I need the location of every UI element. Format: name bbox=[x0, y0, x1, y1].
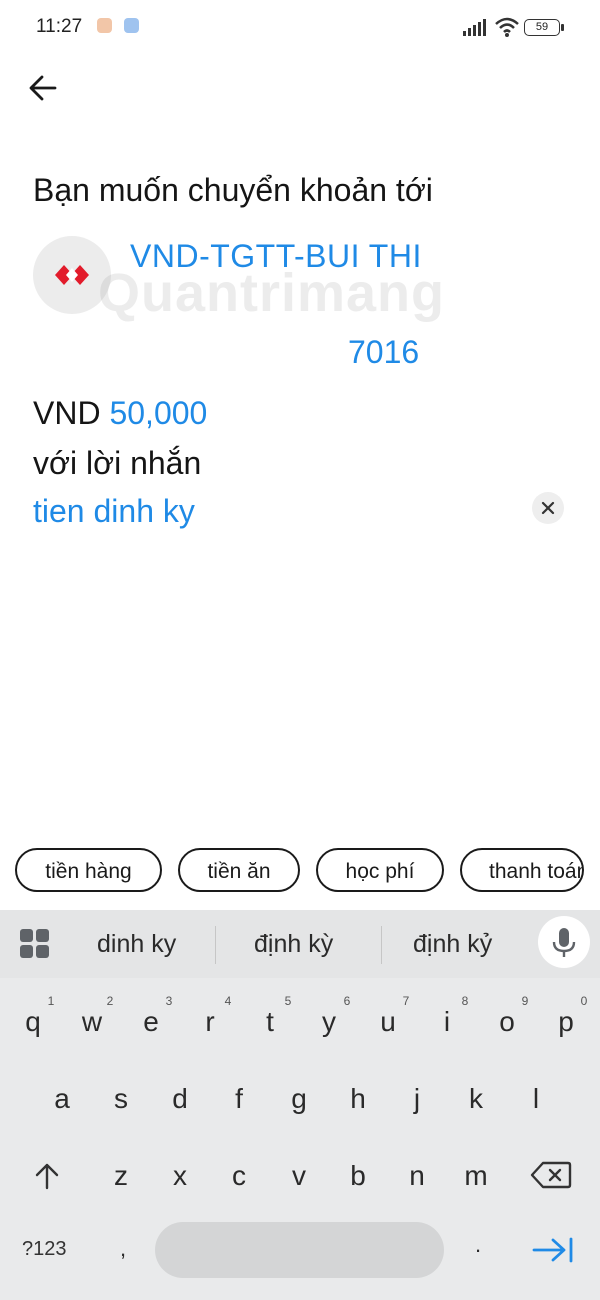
key-g[interactable]: g bbox=[279, 1083, 319, 1115]
key-y[interactable]: y bbox=[309, 1006, 349, 1038]
key-hint-4: 4 bbox=[224, 994, 232, 1008]
app-notification-icon-2 bbox=[124, 18, 139, 33]
key-comma[interactable]: , bbox=[103, 1236, 143, 1262]
key-j[interactable]: j bbox=[397, 1083, 437, 1115]
chip-tien-an[interactable]: tiền ăn bbox=[178, 848, 300, 892]
message-label: với lời nhắn bbox=[33, 445, 202, 481]
key-k[interactable]: k bbox=[456, 1083, 496, 1115]
key-hint-1: 1 bbox=[47, 994, 55, 1008]
page-title: Bạn muốn chuyển khoản tới bbox=[33, 172, 433, 208]
key-hint-7: 7 bbox=[402, 994, 410, 1008]
chip-tien-hang[interactable]: tiền hàng bbox=[15, 848, 162, 892]
key-v[interactable]: v bbox=[279, 1160, 319, 1192]
key-x[interactable]: x bbox=[160, 1160, 200, 1192]
suggestion-divider bbox=[381, 926, 382, 964]
voice-input-button[interactable] bbox=[538, 916, 590, 968]
key-hint-2: 2 bbox=[106, 994, 114, 1008]
key-t[interactable]: t bbox=[250, 1006, 290, 1038]
signal-icon bbox=[463, 19, 486, 36]
close-icon bbox=[541, 501, 555, 515]
shift-icon[interactable] bbox=[34, 1162, 60, 1190]
key-p[interactable]: p bbox=[546, 1006, 586, 1038]
suggestion-divider bbox=[215, 926, 216, 964]
back-arrow-icon[interactable] bbox=[28, 74, 58, 102]
key-f[interactable]: f bbox=[219, 1083, 259, 1115]
key-l[interactable]: l bbox=[516, 1083, 556, 1115]
clear-message-button[interactable] bbox=[532, 492, 564, 524]
symbols-key[interactable]: ?123 bbox=[22, 1238, 67, 1261]
message-input[interactable]: tien dinh ky bbox=[33, 493, 195, 530]
key-r[interactable]: r bbox=[190, 1006, 230, 1038]
amount-value[interactable]: 50,000 bbox=[109, 395, 207, 431]
app-notification-icon bbox=[97, 18, 112, 33]
amount-currency: VND bbox=[33, 395, 101, 431]
suggestion-2[interactable]: định kỳ bbox=[254, 930, 333, 959]
wifi-icon bbox=[495, 17, 519, 37]
key-h[interactable]: h bbox=[338, 1083, 378, 1115]
chip-hoc-phi[interactable]: học phí bbox=[316, 848, 444, 892]
key-e[interactable]: e bbox=[131, 1006, 171, 1038]
key-hint-6: 6 bbox=[343, 994, 351, 1008]
backspace-icon[interactable] bbox=[530, 1160, 572, 1190]
key-z[interactable]: z bbox=[101, 1160, 141, 1192]
key-hint-8: 8 bbox=[461, 994, 469, 1008]
key-hint-0: 0 bbox=[580, 994, 588, 1008]
battery-indicator: 59 bbox=[524, 19, 564, 36]
suggestion-3[interactable]: định kỷ bbox=[413, 930, 492, 959]
space-bar[interactable] bbox=[155, 1222, 444, 1278]
key-d[interactable]: d bbox=[160, 1083, 200, 1115]
next-arrow-icon[interactable] bbox=[531, 1236, 575, 1264]
suggestion-1[interactable]: dinh ky bbox=[97, 930, 176, 959]
key-i[interactable]: i bbox=[427, 1006, 467, 1038]
recipient-name: VND-TGTT-BUI THI bbox=[130, 238, 422, 274]
amount-row: VND 50,000 bbox=[33, 395, 207, 432]
key-q[interactable]: q bbox=[13, 1006, 53, 1038]
key-u[interactable]: u bbox=[368, 1006, 408, 1038]
key-o[interactable]: o bbox=[487, 1006, 527, 1038]
key-a[interactable]: a bbox=[42, 1083, 82, 1115]
microphone-icon bbox=[552, 928, 576, 957]
key-hint-5: 5 bbox=[284, 994, 292, 1008]
key-b[interactable]: b bbox=[338, 1160, 378, 1192]
key-s[interactable]: s bbox=[101, 1083, 141, 1115]
status-time: 11:27 bbox=[36, 16, 83, 37]
key-c[interactable]: c bbox=[219, 1160, 259, 1192]
key-m[interactable]: m bbox=[456, 1160, 496, 1192]
key-n[interactable]: n bbox=[397, 1160, 437, 1192]
key-period[interactable]: . bbox=[458, 1232, 498, 1258]
key-w[interactable]: w bbox=[72, 1006, 112, 1038]
chip-thanh-toan[interactable]: thanh toán bbox=[460, 848, 584, 892]
recipient-account-suffix: 7016 bbox=[348, 334, 420, 370]
key-hint-9: 9 bbox=[521, 994, 529, 1008]
apps-grid-icon[interactable] bbox=[20, 929, 50, 959]
key-hint-3: 3 bbox=[165, 994, 173, 1008]
